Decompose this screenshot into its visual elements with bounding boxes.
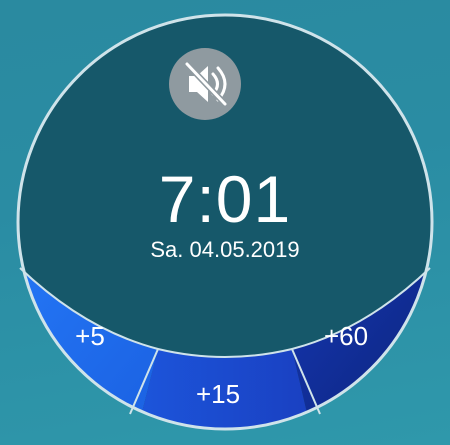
snooze-15-label[interactable]: +15 (178, 378, 258, 410)
mute-button[interactable] (169, 48, 241, 120)
snooze-60-label[interactable]: +60 (306, 320, 386, 352)
snooze-5-label[interactable]: +5 (50, 320, 130, 352)
alarm-dial: 7:01 Sa. 04.05.2019 +5 +15 +60 (0, 0, 450, 445)
clock-time: 7:01 (158, 162, 292, 236)
clock-date: Sa. 04.05.2019 (150, 237, 300, 262)
